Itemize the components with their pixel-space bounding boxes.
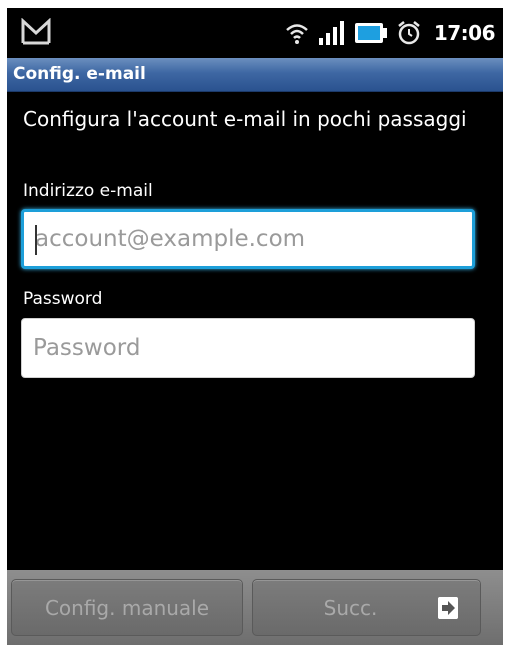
email-input[interactable] <box>24 212 472 266</box>
manual-config-label: Config. manuale <box>44 595 210 620</box>
next-label: Succ. <box>323 595 378 620</box>
bottom-action-bar: Config. manuale Succ. <box>7 570 503 645</box>
next-button[interactable]: Succ. <box>252 579 481 636</box>
page-title: Config. e-mail <box>13 64 146 84</box>
status-time: 17:06 <box>433 21 496 45</box>
alarm-icon <box>398 21 420 45</box>
phone-screen: 17:06 Config. e-mail Configura l'account… <box>7 8 503 645</box>
text-caret <box>35 225 37 255</box>
wifi-icon <box>285 24 308 44</box>
battery-icon <box>354 23 387 43</box>
signal-icon <box>318 21 344 45</box>
password-input[interactable] <box>22 319 474 377</box>
gmail-icon <box>21 18 51 45</box>
password-field-container[interactable] <box>21 318 475 378</box>
title-bar: Config. e-mail <box>7 58 503 92</box>
status-icons: 17:06 <box>284 16 496 50</box>
email-label: Indirizzo e-mail <box>23 181 153 201</box>
arrow-right-icon <box>438 597 458 619</box>
intro-text: Configura l'account e-mail in pochi pass… <box>23 107 467 131</box>
status-bar: 17:06 <box>7 8 503 58</box>
email-field-container[interactable] <box>21 209 475 269</box>
manual-config-button[interactable]: Config. manuale <box>11 579 243 636</box>
password-label: Password <box>23 289 103 309</box>
